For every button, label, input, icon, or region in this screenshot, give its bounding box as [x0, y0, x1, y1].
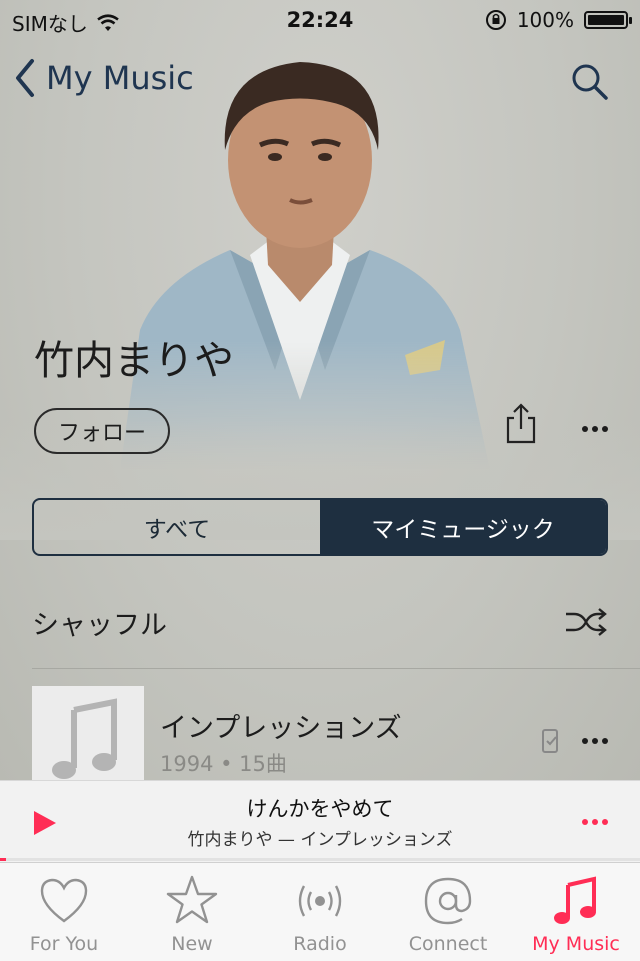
progress-fill [0, 858, 7, 861]
album-title[interactable]: インプレッションズ [160, 706, 402, 745]
segmented-control: すべて マイミュージック [32, 498, 608, 556]
artist-name: 竹内まりや [34, 338, 234, 384]
tab-label: Connect [408, 933, 488, 955]
segment-my-music[interactable]: マイミュージック [320, 500, 606, 554]
shuffle-label: シャッフル [32, 609, 167, 641]
radio-icon [298, 885, 342, 917]
share-icon[interactable] [504, 402, 538, 444]
now-playing-title: けんかをやめて [246, 797, 394, 821]
artist-photo [120, 62, 490, 470]
status-bar: SIMなし 22:24 100% [0, 0, 640, 40]
tab-radio[interactable]: Radio [256, 863, 384, 961]
tab-bar: For You New Radio Connect My Music [0, 862, 640, 961]
shuffle-icon [566, 608, 607, 636]
chevron-left-icon [16, 59, 34, 97]
album-meta: 1994 • 15曲 [160, 752, 287, 776]
more-icon[interactable] [580, 817, 610, 827]
now-playing-subtitle: 竹内まりや — インプレッションズ [187, 830, 453, 850]
tab-for-you[interactable]: For You [0, 863, 128, 961]
music-note-icon [554, 876, 596, 924]
back-button[interactable]: My Music [14, 58, 194, 98]
tab-label: Radio [293, 933, 347, 955]
back-label: My Music [46, 59, 194, 97]
status-right: 100% [485, 8, 632, 32]
mini-player[interactable]: けんかをやめて 竹内まりや — インプレッションズ [0, 780, 640, 863]
segment-all[interactable]: すべて [34, 500, 320, 554]
device-icon [542, 729, 558, 753]
heart-icon [40, 878, 88, 923]
battery-percent: 100% [516, 8, 574, 32]
more-icon[interactable] [580, 424, 610, 434]
star-icon [166, 875, 218, 924]
search-icon[interactable] [570, 62, 610, 102]
follow-button[interactable]: フォロー [34, 408, 171, 454]
shuffle-row[interactable]: シャッフル [32, 594, 608, 650]
tab-new[interactable]: New [128, 863, 256, 961]
battery-icon [584, 11, 632, 29]
tab-label: My Music [532, 933, 620, 955]
rotation-lock-icon [485, 10, 506, 30]
divider [32, 668, 640, 669]
tab-connect[interactable]: Connect [384, 863, 512, 961]
at-icon [424, 877, 472, 925]
tab-label: For You [29, 933, 99, 955]
playback-progress [0, 858, 640, 861]
more-icon[interactable] [580, 736, 610, 746]
tab-my-music[interactable]: My Music [512, 863, 640, 961]
tab-label: New [171, 933, 213, 955]
